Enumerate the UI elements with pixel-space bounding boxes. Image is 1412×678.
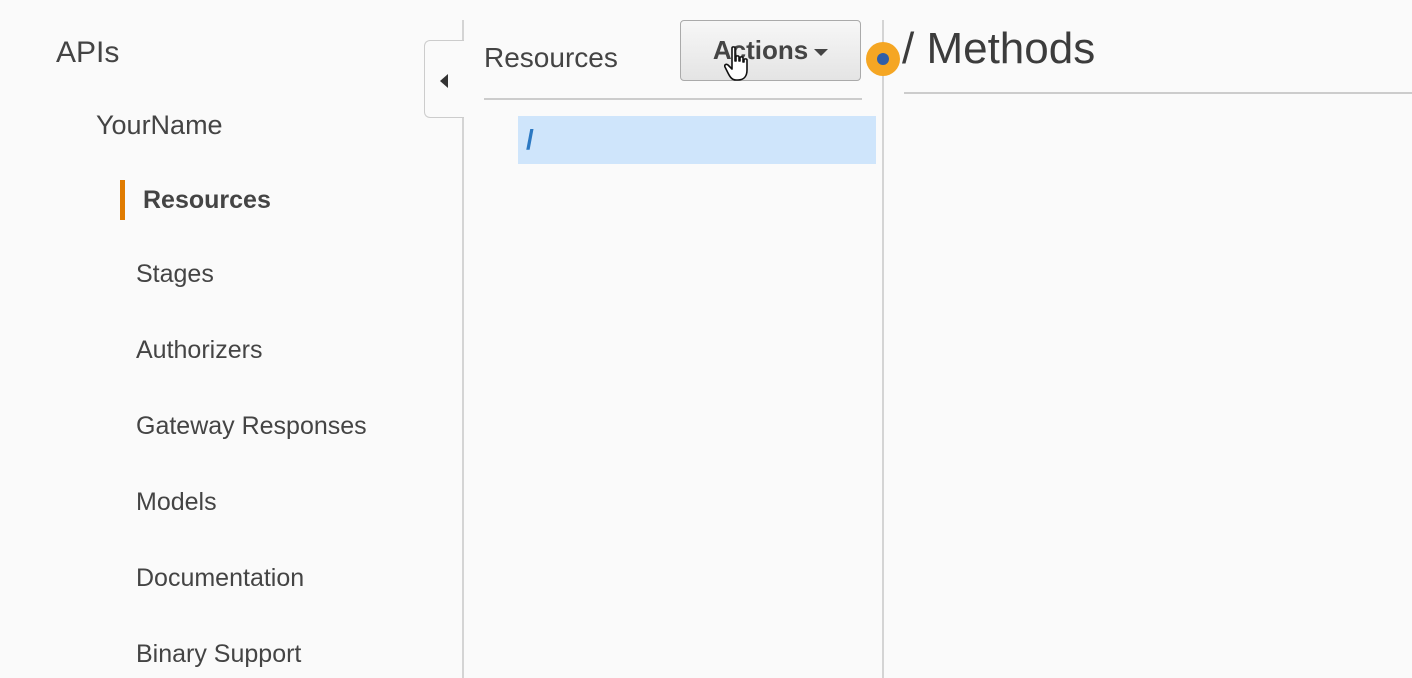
nav-item-resources[interactable]: Resources (143, 186, 271, 215)
nav-apis-link[interactable]: APIs (56, 36, 119, 70)
nav-item-gateway-responses[interactable]: Gateway Responses (136, 412, 367, 441)
nav-api-name[interactable]: YourName (96, 110, 223, 141)
resource-tree-item-root[interactable]: / (518, 116, 876, 164)
methods-divider (904, 92, 1412, 94)
resources-panel-title: Resources (484, 42, 618, 73)
resources-divider (484, 98, 862, 100)
click-indicator-icon (866, 42, 900, 76)
hand-cursor-icon (724, 46, 748, 81)
actions-dropdown-button[interactable]: Actions (680, 20, 861, 81)
nav-item-binary-support[interactable]: Binary Support (136, 640, 301, 669)
methods-panel-title: / Methods (902, 24, 1096, 73)
left-navigation: APIs YourName Resources Stages Authorize… (0, 0, 462, 678)
dropdown-caret-icon (814, 49, 829, 56)
nav-item-stages[interactable]: Stages (136, 260, 214, 289)
nav-item-authorizers[interactable]: Authorizers (136, 336, 262, 365)
panel-divider (882, 20, 884, 678)
collapse-arrow-icon (440, 74, 448, 88)
collapse-nav-button[interactable] (424, 40, 464, 118)
nav-item-models[interactable]: Models (136, 488, 217, 517)
api-gateway-console: APIs YourName Resources Stages Authorize… (0, 0, 1412, 678)
nav-divider (462, 20, 464, 678)
resource-path: / (526, 124, 534, 155)
nav-item-documentation[interactable]: Documentation (136, 564, 304, 593)
active-indicator (120, 180, 125, 220)
